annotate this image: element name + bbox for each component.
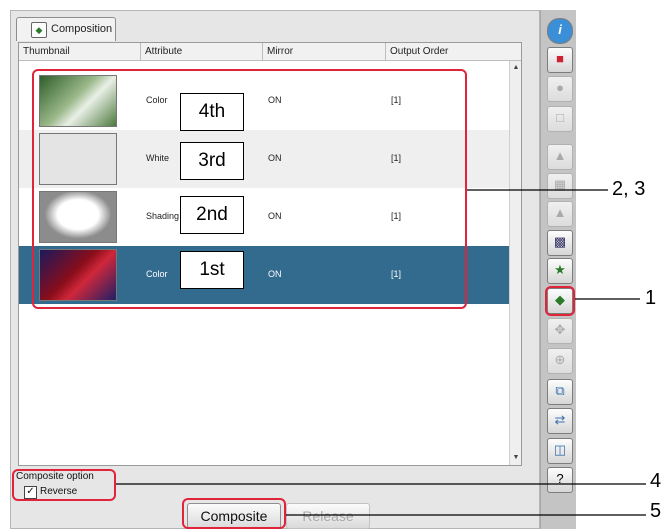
callout-label: 4 [650, 470, 662, 492]
callout-label: 1 [645, 287, 657, 309]
callout-label: 2, 3 [612, 178, 646, 200]
callout-label: 5 [650, 500, 662, 522]
callout-lines [116, 189, 646, 516]
